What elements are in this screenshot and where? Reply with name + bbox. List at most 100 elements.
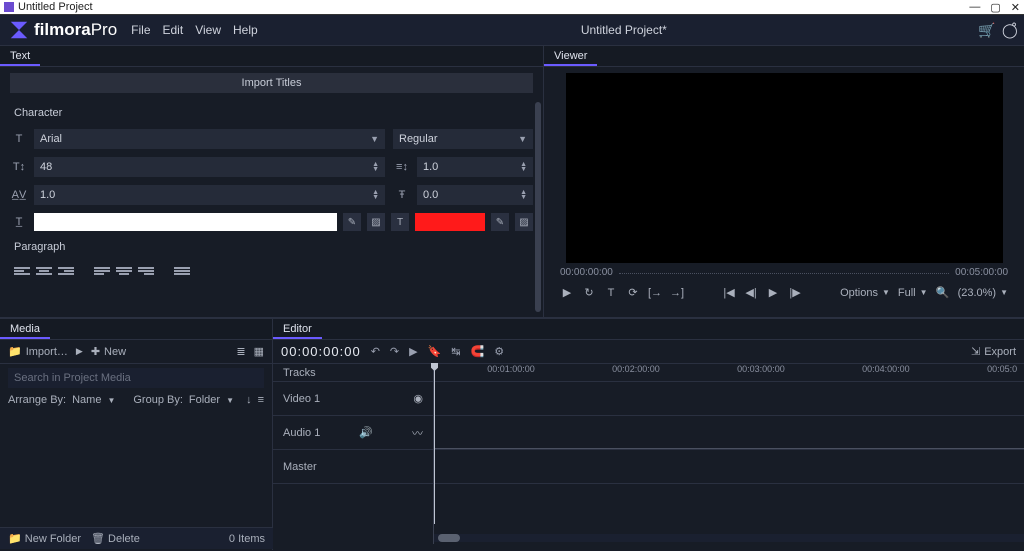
timeline-ruler[interactable]: 00:01:00:00 00:02:00:00 00:03:00:00 00:0… bbox=[434, 364, 1024, 382]
viewer-time-current: 00:00:00:00 bbox=[560, 267, 613, 278]
mark-in-icon[interactable]: [→ bbox=[648, 287, 662, 299]
leading-input[interactable]: 1.0▲▼ bbox=[417, 157, 533, 177]
eye-icon[interactable]: ◉ bbox=[413, 392, 423, 405]
chevron-down-icon: ▼ bbox=[226, 396, 234, 405]
next-frame-icon[interactable]: |▶ bbox=[788, 286, 802, 299]
track-video1[interactable]: Video 1◉ bbox=[273, 382, 433, 416]
leading-icon: ≡↕ bbox=[393, 161, 411, 173]
group-by-value[interactable]: Folder bbox=[189, 394, 220, 406]
ruler-tick: 00:04:00:00 bbox=[860, 364, 985, 381]
loop-icon[interactable]: ↻ bbox=[582, 286, 596, 299]
audio-track-row[interactable] bbox=[434, 416, 1024, 450]
import-titles-button[interactable]: Import Titles bbox=[10, 73, 533, 93]
track-audio1[interactable]: Audio 1🔊〰 bbox=[273, 416, 433, 450]
menu-file[interactable]: File bbox=[131, 23, 150, 37]
arrange-by-label: Arrange By: bbox=[8, 394, 66, 406]
media-panel: Media 📁Import… ▶ ✚New ≣ ▦ Arrange By: Na… bbox=[0, 318, 273, 550]
settings-icon[interactable]: ⚙ bbox=[494, 345, 504, 358]
align-center-icon[interactable] bbox=[36, 265, 52, 277]
no-fill-icon[interactable]: ▨ bbox=[367, 213, 385, 231]
redo-icon[interactable]: ↷ bbox=[390, 345, 399, 358]
grid-view-icon[interactable]: ▦ bbox=[254, 345, 264, 358]
tab-viewer[interactable]: Viewer bbox=[544, 46, 597, 66]
font-size-input[interactable]: 48▲▼ bbox=[34, 157, 385, 177]
text-overlay-icon[interactable]: T bbox=[604, 287, 618, 299]
menu-help[interactable]: Help bbox=[233, 23, 258, 37]
import-chevron-icon[interactable]: ▶ bbox=[76, 346, 83, 357]
folder-icon: 📁 bbox=[8, 345, 22, 358]
prev-frame-icon[interactable]: |◀ bbox=[722, 286, 736, 299]
tab-editor[interactable]: Editor bbox=[273, 319, 322, 339]
tab-media[interactable]: Media bbox=[0, 319, 50, 339]
export-icon: ⇲ bbox=[971, 345, 980, 358]
outline-color-swatch[interactable] bbox=[415, 213, 485, 231]
app-bar: filmoraPro File Edit View Help Untitled … bbox=[0, 15, 1024, 45]
search-input[interactable] bbox=[8, 368, 264, 388]
play-icon[interactable]: ▶ bbox=[560, 286, 574, 299]
viewer-zoom-level[interactable]: (23.0%) ▼ bbox=[958, 287, 1008, 299]
viewer-scrubber[interactable] bbox=[619, 273, 949, 284]
justify-center-icon[interactable] bbox=[116, 265, 132, 277]
menu-view[interactable]: View bbox=[195, 23, 221, 37]
tracking-input[interactable]: 1.0▲▼ bbox=[34, 185, 385, 205]
viewer-full-menu[interactable]: Full ▼ bbox=[898, 287, 928, 299]
video-track-row[interactable] bbox=[434, 382, 1024, 416]
tab-text[interactable]: Text bbox=[0, 46, 40, 66]
list-view-icon[interactable]: ≣ bbox=[236, 345, 245, 358]
timeline-area[interactable]: 00:01:00:00 00:02:00:00 00:03:00:00 00:0… bbox=[433, 364, 1024, 544]
text-panel-scrollbar[interactable] bbox=[535, 102, 541, 312]
tag-icon[interactable]: 🔖 bbox=[428, 345, 442, 358]
eyedropper-icon[interactable]: ✎ bbox=[343, 213, 361, 231]
user-icon[interactable]: ◯̊ bbox=[1002, 22, 1016, 39]
export-button[interactable]: ⇲Export bbox=[971, 345, 1016, 358]
step-back-icon[interactable]: ◀| bbox=[744, 286, 758, 299]
cart-icon[interactable]: 🛒 bbox=[978, 22, 992, 39]
editor-timecode[interactable]: 00:00:00:00 bbox=[281, 344, 361, 359]
playhead[interactable] bbox=[434, 364, 435, 524]
menu-edit[interactable]: Edit bbox=[163, 23, 184, 37]
timeline-scrollbar[interactable] bbox=[434, 534, 1024, 542]
undo-icon[interactable]: ↶ bbox=[371, 345, 380, 358]
import-button[interactable]: 📁Import… bbox=[8, 345, 68, 358]
fill-color-icon: T̲ bbox=[10, 216, 28, 228]
ruler-tick: 00:01:00:00 bbox=[485, 364, 610, 381]
font-style-select[interactable]: Regular▼ bbox=[393, 129, 533, 149]
arrange-by-value[interactable]: Name bbox=[72, 394, 101, 406]
delete-button[interactable]: 🗑 Delete bbox=[91, 532, 140, 545]
close-icon[interactable]: ✕ bbox=[1011, 1, 1020, 14]
baseline-input[interactable]: 0.0▲▼ bbox=[417, 185, 533, 205]
window-title: Untitled Project bbox=[18, 1, 93, 13]
justify-right-icon[interactable] bbox=[138, 265, 154, 277]
sort-list-icon[interactable]: ≡ bbox=[258, 394, 264, 406]
speaker-icon[interactable]: 🔊 bbox=[359, 426, 373, 439]
viewer-time-total: 00:05:00:00 bbox=[955, 267, 1008, 278]
align-left-icon[interactable] bbox=[14, 265, 30, 277]
master-track-row[interactable] bbox=[434, 450, 1024, 484]
play-pause-icon[interactable]: ▶ bbox=[766, 286, 780, 299]
cursor-tool-icon[interactable]: ▶ bbox=[409, 345, 417, 358]
trash-icon: 🗑 bbox=[91, 533, 105, 545]
maximize-icon[interactable]: ▢ bbox=[990, 1, 1000, 14]
eyedropper-outline-icon[interactable]: ✎ bbox=[491, 213, 509, 231]
track-master[interactable]: Master bbox=[273, 450, 433, 484]
waveform-icon[interactable]: 〰 bbox=[412, 425, 423, 441]
font-family-select[interactable]: Arial▼ bbox=[34, 129, 385, 149]
align-right-icon[interactable] bbox=[58, 265, 74, 277]
viewer-canvas[interactable] bbox=[566, 73, 1003, 263]
new-folder-button[interactable]: 📁 New Folder bbox=[8, 532, 81, 545]
justify-full-icon[interactable] bbox=[174, 265, 190, 277]
sync-icon[interactable]: ⟳ bbox=[626, 286, 640, 299]
mark-out-icon[interactable]: →] bbox=[670, 287, 684, 299]
font-size-icon: T↕ bbox=[10, 161, 28, 173]
fill-color-swatch[interactable] bbox=[34, 213, 337, 231]
new-button[interactable]: ✚New bbox=[91, 345, 126, 358]
snap-icon[interactable]: ↹ bbox=[451, 345, 460, 358]
outline-color-icon: T bbox=[391, 213, 409, 231]
minimize-icon[interactable]: — bbox=[969, 1, 980, 14]
no-outline-icon[interactable]: ▨ bbox=[515, 213, 533, 231]
justify-left-icon[interactable] bbox=[94, 265, 110, 277]
magnet-icon[interactable]: 🧲 bbox=[471, 345, 485, 358]
zoom-icon[interactable]: 🔍 bbox=[936, 286, 950, 299]
sort-asc-icon[interactable]: ↓ bbox=[246, 394, 252, 406]
viewer-options-menu[interactable]: Options ▼ bbox=[840, 287, 890, 299]
